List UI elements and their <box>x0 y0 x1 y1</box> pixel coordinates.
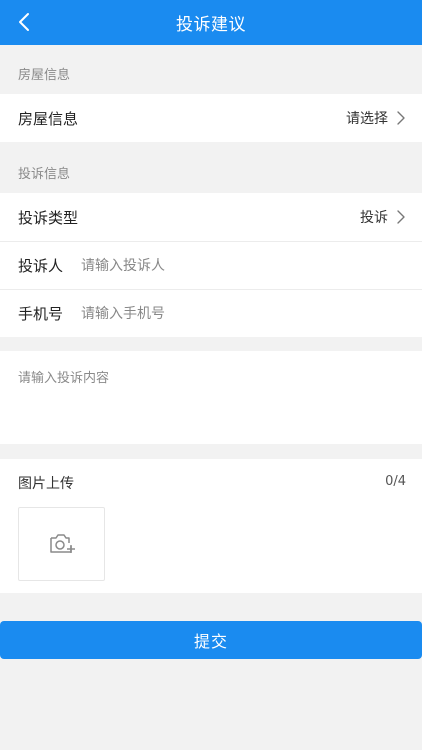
page-title: 投诉建议 <box>176 15 246 35</box>
complaint-content-textarea[interactable] <box>0 351 422 444</box>
chevron-right-icon <box>397 111 405 125</box>
complainant-label: 投诉人 <box>18 257 64 275</box>
camera-add-icon <box>49 534 75 553</box>
section-header-complaint: 投诉信息 <box>18 167 71 182</box>
upload-card: 图片上传 0/4 <box>0 459 422 593</box>
house-row-label: 房屋信息 <box>18 109 79 128</box>
complaint-card: 投诉类型 投诉 投诉人 手机号 <box>0 193 422 337</box>
chevron-right-icon <box>397 210 405 224</box>
navbar: 投诉建议 <box>0 0 422 45</box>
house-card: 房屋信息 请选择 <box>0 94 422 142</box>
complainant-input[interactable] <box>81 250 406 281</box>
phone-input[interactable] <box>81 298 406 329</box>
section-header-house: 房屋信息 <box>18 68 71 83</box>
complainant-row: 投诉人 <box>0 241 422 289</box>
upload-count: 0/4 <box>385 474 406 489</box>
phone-row: 手机号 <box>0 289 422 337</box>
house-select-value: 请选择 <box>346 111 388 127</box>
submit-button[interactable]: 提交 <box>0 621 422 659</box>
chevron-left-icon <box>19 13 29 31</box>
back-button[interactable] <box>10 8 38 36</box>
add-image-button[interactable] <box>18 507 105 581</box>
complaint-type-value: 投诉 <box>360 210 388 226</box>
complaint-type-row[interactable]: 投诉类型 投诉 <box>0 193 422 241</box>
complaint-type-label: 投诉类型 <box>18 208 79 227</box>
house-select-row[interactable]: 房屋信息 请选择 <box>0 94 422 142</box>
upload-title: 图片上传 <box>18 476 74 492</box>
phone-label: 手机号 <box>18 305 64 323</box>
content-card <box>0 351 422 444</box>
